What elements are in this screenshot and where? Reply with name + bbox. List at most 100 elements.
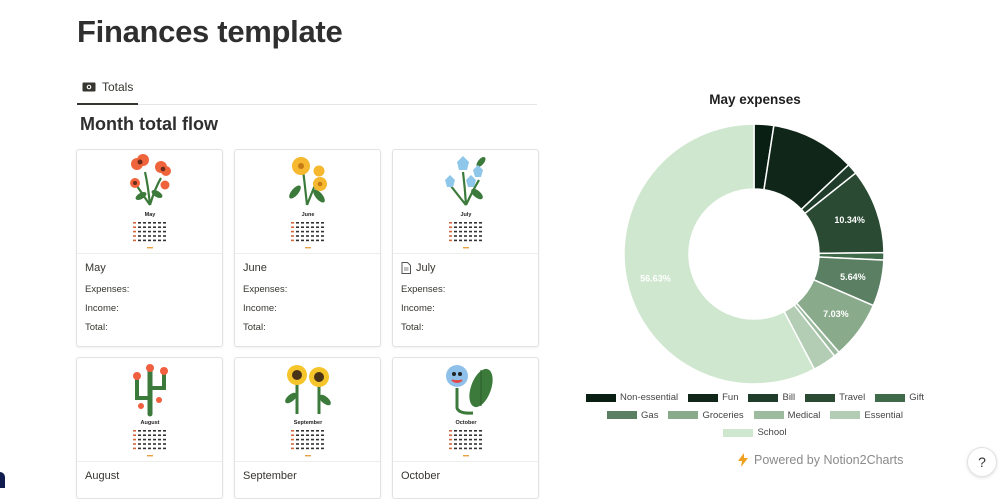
- legend-label: Non-essential: [620, 392, 679, 404]
- legend-swatch: [723, 428, 754, 437]
- month-card[interactable]: August August: [76, 357, 223, 499]
- slice-data-label: 5.64%: [840, 272, 866, 282]
- card-title[interactable]: May: [85, 262, 106, 274]
- calendar-month-label: September: [294, 420, 323, 426]
- flower-illustration: October: [446, 365, 493, 457]
- legend-swatch: [668, 411, 699, 420]
- view-tabs: Totals: [77, 80, 537, 105]
- card-title[interactable]: June: [243, 262, 267, 274]
- donut-slice-gift[interactable]: [818, 251, 885, 261]
- tab-label: Totals: [102, 80, 134, 94]
- month-card[interactable]: June June Expenses: Income: Total:: [234, 149, 381, 347]
- legend-label: Gas: [641, 409, 659, 421]
- flower-illustration: September: [285, 365, 331, 457]
- donut-slice-gas[interactable]: [812, 256, 885, 307]
- legend-swatch: [830, 411, 861, 420]
- donut-slice-non-essential[interactable]: [753, 123, 775, 191]
- card-title-text: July: [416, 262, 436, 274]
- flower-illustration: August: [133, 364, 168, 457]
- legend-item[interactable]: School: [723, 427, 787, 439]
- calendar-month-label: May: [145, 212, 157, 218]
- calendar-month-label: June: [302, 212, 315, 218]
- donut-slice-bill[interactable]: [800, 163, 857, 215]
- legend-item[interactable]: Gas: [607, 410, 658, 421]
- card-title-text: August: [85, 470, 120, 482]
- card-cover-image: August: [77, 358, 222, 462]
- card-total-label: Total:: [85, 322, 108, 333]
- legend-label: Medical: [787, 409, 821, 421]
- legend-row: School: [575, 424, 935, 442]
- card-cover-image: May: [77, 150, 222, 254]
- card-cover-image: September: [235, 358, 380, 462]
- card-cover-image: October: [393, 358, 538, 462]
- donut-slice-fun[interactable]: [763, 124, 850, 211]
- donut-slice-groceries[interactable]: [795, 278, 875, 354]
- card-title[interactable]: September: [243, 470, 297, 482]
- tab-totals[interactable]: Totals: [77, 80, 139, 105]
- card-income-label: Income:: [401, 303, 435, 314]
- window-edge: [0, 472, 5, 488]
- slice-data-label: 7.03%: [823, 309, 849, 319]
- legend-item[interactable]: Fun: [688, 392, 738, 403]
- card-expenses-label: Expenses:: [243, 284, 288, 295]
- month-card[interactable]: July July Expenses: Income: Total:: [392, 149, 539, 347]
- flower-illustration: May: [130, 154, 171, 249]
- card-total-label: Total:: [243, 322, 266, 333]
- legend-item[interactable]: Essential: [830, 410, 903, 421]
- legend-label: Fun: [722, 392, 739, 404]
- legend-swatch: [753, 411, 784, 420]
- help-label: ?: [978, 454, 986, 470]
- legend-label: Groceries: [702, 409, 744, 421]
- card-cover-image: June: [235, 150, 380, 254]
- flower-illustration: July: [445, 156, 486, 249]
- donut-slice-essential[interactable]: [783, 303, 836, 371]
- month-card[interactable]: October October: [392, 357, 539, 499]
- legend-label: Gift: [909, 392, 924, 404]
- card-title[interactable]: October: [401, 470, 440, 482]
- donut-slice-medical[interactable]: [793, 302, 841, 358]
- page-icon: [401, 262, 411, 274]
- card-title-text: June: [243, 262, 267, 274]
- card-cover-image: July: [393, 150, 538, 254]
- donut-slice-travel[interactable]: [803, 171, 885, 255]
- chart-legend: Non-essential Fun Bill Travel Gift Gas Groceri…: [575, 389, 935, 442]
- month-card[interactable]: May May Expenses: Income: Total:: [76, 149, 223, 347]
- legend-item[interactable]: Gift: [875, 392, 924, 403]
- card-title-text: May: [85, 262, 106, 274]
- card-title[interactable]: July: [401, 262, 436, 274]
- legend-item[interactable]: Travel: [805, 392, 865, 403]
- money-icon: [82, 82, 96, 92]
- legend-label: Travel: [839, 392, 866, 404]
- card-total-label: Total:: [401, 322, 424, 333]
- calendar-month-label: October: [455, 420, 477, 426]
- month-card[interactable]: September September: [234, 357, 381, 499]
- legend-label: School: [757, 427, 787, 439]
- legend-row: Gas Groceries Medical Essential: [575, 407, 935, 425]
- legend-item[interactable]: Bill: [748, 392, 795, 403]
- card-income-label: Income:: [243, 303, 277, 314]
- legend-label: Bill: [782, 392, 796, 404]
- section-title: Month total flow: [80, 114, 218, 134]
- legend-swatch: [586, 393, 617, 402]
- legend-swatch: [805, 393, 836, 402]
- help-button[interactable]: ?: [967, 447, 997, 477]
- legend-item[interactable]: Groceries: [668, 409, 744, 421]
- card-expenses-label: Expenses:: [401, 284, 446, 295]
- legend-swatch: [607, 411, 638, 420]
- legend-swatch: [688, 393, 719, 402]
- calendar-month-label: July: [460, 212, 472, 218]
- legend-item[interactable]: Medical: [753, 409, 821, 421]
- legend-swatch: [748, 393, 779, 402]
- calendar-month-label: August: [141, 420, 160, 426]
- card-expenses-label: Expenses:: [85, 284, 130, 295]
- chart-title: May expenses: [709, 92, 801, 107]
- flower-illustration: June: [289, 157, 327, 249]
- powered-by[interactable]: Powered by Notion2Charts: [738, 453, 903, 467]
- card-title-text: September: [243, 470, 297, 482]
- lightning-icon: [738, 453, 748, 467]
- donut-slice-school[interactable]: [623, 123, 816, 385]
- card-title[interactable]: August: [85, 470, 119, 482]
- legend-item[interactable]: Non-essential: [586, 392, 678, 403]
- powered-by-text: Powered by Notion2Charts: [754, 453, 904, 467]
- slice-data-label: 10.34%: [834, 215, 865, 225]
